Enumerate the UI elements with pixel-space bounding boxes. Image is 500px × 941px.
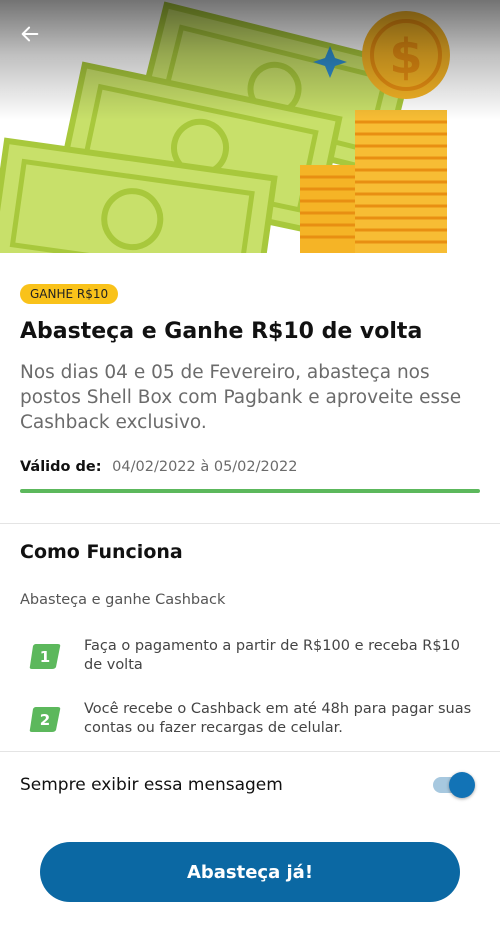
how-it-works-title: Como Funciona [20, 541, 183, 563]
arrow-left-icon [21, 26, 39, 42]
step-text: Faça o pagamento a partir de R$100 e rec… [84, 638, 461, 673]
step-number: 2 [40, 711, 50, 729]
hero-shade [0, 0, 500, 120]
step-number: 1 [40, 648, 50, 666]
step-item: 2 Você recebe o Cashback em até 48h para… [28, 700, 478, 738]
validity-progress-bar [20, 489, 480, 493]
divider [0, 751, 500, 752]
step-item: 1 Faça o pagamento a partir de R$100 e r… [28, 637, 478, 675]
always-show-toggle[interactable] [433, 770, 477, 800]
validity-progress-fill [20, 489, 480, 493]
validity-dates: 04/02/2022 à 05/02/2022 [112, 459, 298, 475]
toggle-thumb [449, 772, 475, 798]
back-button[interactable] [14, 18, 46, 50]
validity-row: Válido de: 04/02/2022 à 05/02/2022 [20, 458, 297, 476]
how-it-works-subtitle: Abasteça e ganhe Cashback [20, 592, 226, 608]
refuel-now-button[interactable]: Abasteça já! [40, 842, 460, 902]
validity-label: Válido de: [20, 459, 102, 475]
step-number-badge: 1 [29, 644, 61, 669]
step-text: Você recebe o Cashback em até 48h para p… [84, 701, 472, 736]
step-number-badge: 2 [29, 707, 61, 732]
offer-description: Nos dias 04 e 05 de Fevereiro, abasteça … [20, 362, 462, 433]
hero-banner: $ [0, 0, 500, 253]
always-show-label: Sempre exibir essa mensagem [20, 775, 283, 795]
divider [0, 523, 500, 524]
offer-badge: GANHE R$10 [20, 284, 119, 304]
offer-title: Abasteça e Ganhe R$10 de volta [20, 319, 423, 344]
